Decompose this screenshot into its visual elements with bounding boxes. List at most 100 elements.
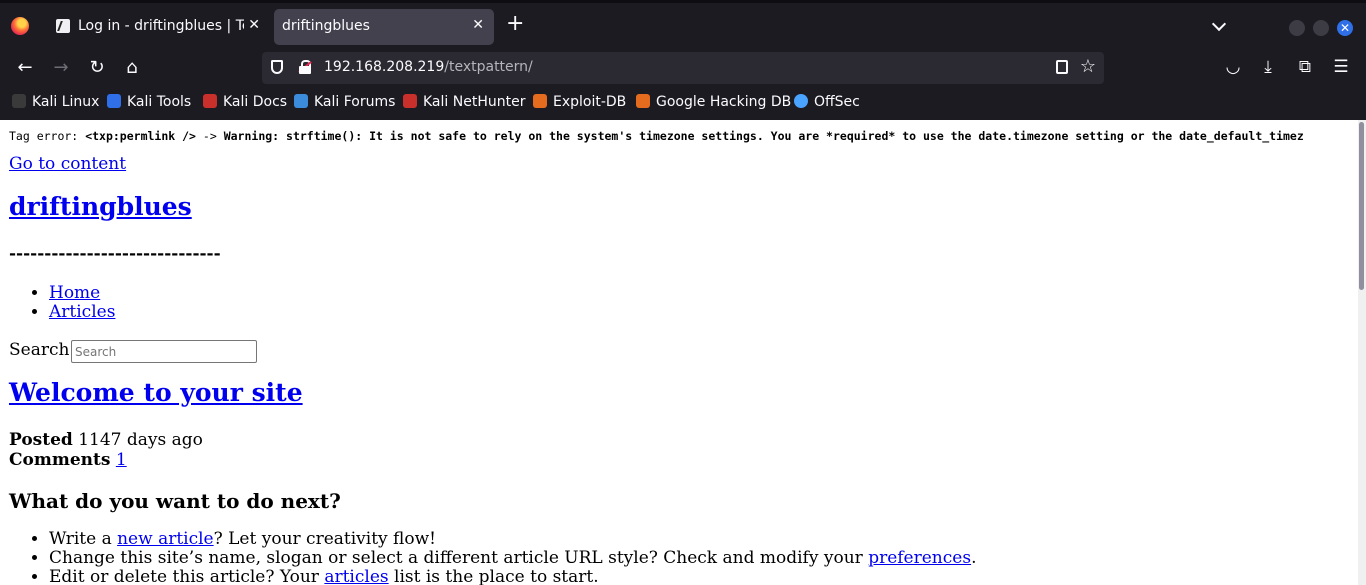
textpattern-favicon-icon [56,19,70,33]
exploit-db-icon [533,94,547,108]
minimize-window-button[interactable] [1289,20,1305,36]
posted-label: Posted [9,430,73,450]
bookmark-label: Kali NetHunter [423,94,526,110]
url-bar[interactable]: 192.168.208.219/textpattern/ ☆ [262,52,1104,84]
offsec-icon [794,94,808,108]
maximize-window-button[interactable] [1313,20,1329,36]
kali-tools-icon [107,94,121,108]
tag-error-tag: <txp:permlink /> [85,129,196,143]
puzzle-icon[interactable]: ⧉ [1294,57,1316,77]
bookmark-label: OffSec [814,94,860,110]
article-title-link[interactable]: Welcome to your site [9,378,303,407]
insecure-lock-icon[interactable] [298,60,312,74]
bookmark-kali-tools[interactable]: Kali Tools [107,94,191,110]
list-item: Edit or delete this article? Your articl… [49,568,976,585]
list-text: Write a [49,529,118,549]
posted-value: 1147 days ago [78,430,203,450]
kali-forums-icon [294,94,308,108]
site-name-heading: driftingblues [9,192,192,221]
arrow-left-icon[interactable]: ← [14,58,36,78]
tab-bar: Log in - driftingblues | Tex ✕ driftingb… [0,3,1366,48]
firefox-icon[interactable] [11,17,29,35]
list-text: list is the place to start. [388,567,599,585]
site-nav: Home Articles [9,284,115,322]
list-item: Write a new article? Let your creativity… [49,530,976,549]
comments-count-link[interactable]: 1 [116,450,127,470]
ghdb-icon [636,94,650,108]
article-title-heading: Welcome to your site [9,378,303,407]
site-slogan-divider: ------------------------------ [9,244,221,264]
kali-nethunter-icon [403,94,417,108]
comments-label: Comments [9,450,111,470]
close-tab-icon[interactable]: ✕ [248,17,260,33]
arrow-right-icon[interactable]: → [50,58,72,78]
kali-docs-icon [203,94,217,108]
bookmark-kali-nethunter[interactable]: Kali NetHunter [403,94,525,110]
list-text: Edit or delete this article? Your [49,567,325,585]
tab-login[interactable]: Log in - driftingblues | Tex ✕ [46,9,270,45]
nav-link-home[interactable]: Home [49,283,100,303]
tag-error-prefix: Tag error: [9,129,79,143]
new-tab-plus-icon[interactable]: + [506,13,524,35]
tab-title: driftingblues [282,18,370,34]
new-article-link[interactable]: new article [117,529,214,549]
tab-title: Log in - driftingblues | Tex [78,18,244,34]
tracking-protection-shield-icon[interactable] [271,60,283,74]
download-icon[interactable]: ⤓ [1257,57,1279,77]
articles-list-link[interactable]: articles [324,567,388,585]
navigation-toolbar: ← → ↻ ⌂ 192.168.208.219/textpattern/ ☆ ◡… [0,48,1366,90]
url-host: 192.168.208.219 [324,59,445,75]
bookmark-kali-forums[interactable]: Kali Forums [294,94,395,110]
list-item: Change this site’s name, slogan or selec… [49,549,976,568]
pocket-icon[interactable]: ◡ [1222,57,1244,77]
bookmark-label: Kali Linux [32,94,100,110]
comments-row: Comments 1 [9,450,203,470]
tag-error-arrow: -> [202,129,217,143]
next-steps-list: Write a new article? Let your creativity… [9,530,976,585]
php-warning-text: Warning: strftime(): It is not safe to r… [223,129,1304,143]
bookmark-kali-linux[interactable]: Kali Linux [12,94,99,110]
page-scrollbar[interactable] [1358,120,1366,585]
bookmark-kali-docs[interactable]: Kali Docs [203,94,287,110]
reload-icon[interactable]: ↻ [86,58,108,78]
search-form: Search [9,340,257,363]
posted-row: Posted 1147 days ago [9,430,203,450]
bookmark-label: Kali Forums [314,94,396,110]
home-icon[interactable]: ⌂ [121,58,143,78]
article-meta: Posted 1147 days ago Comments 1 [9,430,203,470]
bookmark-google-hacking-db[interactable]: Google Hacking DB [636,94,791,110]
tag-error-message: Tag error: <txp:permlink /> -> Warning: … [9,129,1304,143]
page-content: Tag error: <txp:permlink /> -> Warning: … [0,120,1358,585]
scrollbar-thumb[interactable] [1359,122,1364,290]
go-to-content-link[interactable]: Go to content [9,154,126,174]
site-name-link[interactable]: driftingblues [9,192,192,221]
nav-link-articles[interactable]: Articles [49,302,115,322]
tab-driftingblues[interactable]: driftingblues ✕ [274,9,494,45]
reader-view-icon[interactable] [1056,60,1068,74]
bookmark-label: Exploit-DB [553,94,627,110]
next-steps-heading: What do you want to do next? [9,489,341,513]
search-label: Search [9,340,70,360]
bookmarks-toolbar: Kali Linux Kali Tools Kali Docs Kali For… [0,90,1366,120]
search-input[interactable] [71,340,257,363]
kali-dragon-icon [12,94,26,108]
list-text: . [971,548,977,568]
close-tab-icon[interactable]: ✕ [472,17,484,33]
bookmark-star-icon[interactable]: ☆ [1080,56,1096,77]
bookmark-label: Kali Tools [127,94,192,110]
bookmark-offsec[interactable]: OffSec [794,94,860,110]
bookmark-label: Kali Docs [223,94,288,110]
close-window-button[interactable]: ✕ [1337,20,1353,36]
list-text: Change this site’s name, slogan or selec… [49,548,869,568]
list-all-tabs-chevron-icon[interactable] [1211,16,1227,32]
nav-item-home: Home [49,284,115,303]
nav-item-articles: Articles [49,303,115,322]
list-text: ? Let your creativity flow! [213,529,436,549]
hamburger-menu-icon[interactable]: ☰ [1330,57,1352,77]
bookmark-exploit-db[interactable]: Exploit-DB [533,94,626,110]
url-text[interactable]: 192.168.208.219/textpattern/ [324,59,533,75]
bookmark-label: Google Hacking DB [656,94,792,110]
browser-chrome: Log in - driftingblues | Tex ✕ driftingb… [0,0,1366,120]
preferences-link[interactable]: preferences [868,548,971,568]
url-path: /textpattern/ [444,59,533,75]
